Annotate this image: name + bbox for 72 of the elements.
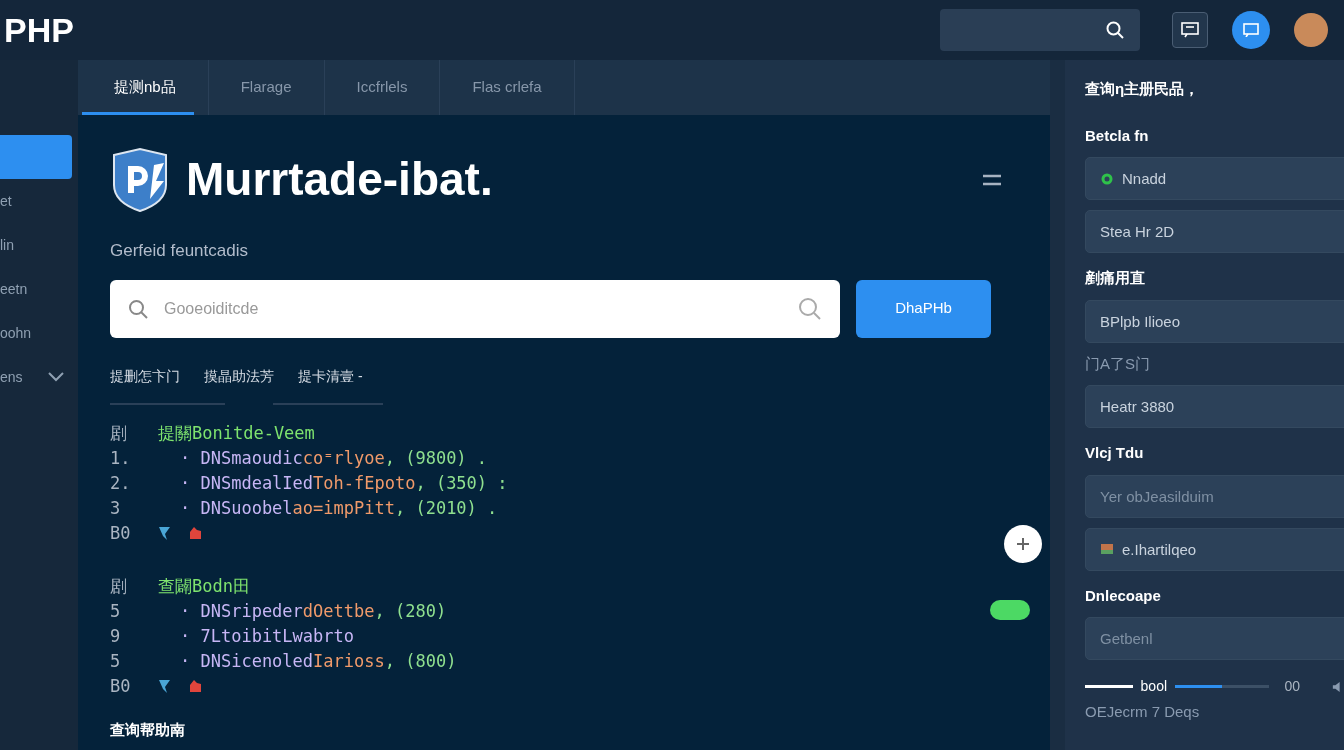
line-number: B0	[110, 674, 132, 698]
code-line: · DNSicenoledIarioss, (800)	[179, 649, 457, 673]
message-button[interactable]	[1172, 12, 1208, 48]
marker-icon	[188, 679, 202, 693]
search-icon	[1106, 21, 1124, 39]
field-label: OEJecrm 7 Deqs	[1085, 702, 1201, 722]
line-number: 剧	[110, 421, 128, 445]
plus-icon	[1016, 537, 1030, 551]
app-logo: PHP	[4, 13, 74, 47]
sidebar-item[interactable]: et	[0, 179, 78, 223]
pointer-icon	[158, 525, 172, 541]
menu-icon[interactable]	[982, 172, 1002, 187]
chat-icon	[1243, 23, 1259, 37]
marker-icon	[188, 526, 202, 540]
toggle-switch[interactable]	[990, 600, 1030, 620]
tab[interactable]: Iccfrlels	[324, 60, 441, 115]
link[interactable]: 摸晶助法芳	[204, 365, 274, 387]
field-label: Vlcj Tdu	[1085, 443, 1145, 463]
code-line: · DNSmdealIedToh-fEpoto, (350) :	[179, 471, 508, 495]
slider-label: bool	[1140, 677, 1168, 696]
code-line: · DNSuoobelao=impPitt, (2010) .	[179, 496, 498, 520]
message-icon	[1181, 22, 1199, 38]
input-field[interactable]: e.Ihartilqeo	[1085, 527, 1344, 571]
sidebar-item[interactable]: ens	[0, 355, 78, 399]
code-heading: 查闢Bodn田	[158, 574, 250, 598]
field-label: Betcla fn	[1085, 125, 1150, 146]
code-line: · 7LtoibitLwabrto	[179, 624, 354, 648]
field-label: 剷痛用直	[1085, 268, 1146, 288]
sidebar-item[interactable]: lin	[0, 223, 78, 267]
code-line: · DNSmaoudicco⁼rlyoe, (9800) .	[179, 446, 488, 470]
line-number: 9	[110, 624, 122, 648]
link[interactable]: 提删怎卞门	[110, 365, 180, 387]
input-field[interactable]: Getbenl	[1085, 617, 1344, 660]
code-line: · DNSripederdOettbe, (280)	[179, 599, 447, 623]
add-button[interactable]	[1004, 525, 1042, 563]
chat-button[interactable]	[1232, 11, 1270, 49]
input-field[interactable]: Nnadd	[1085, 157, 1344, 200]
sidebar-item[interactable]: eetn	[0, 267, 78, 311]
search-field[interactable]	[940, 9, 1140, 51]
input-field[interactable]: Stea Hr 2D	[1085, 210, 1344, 253]
search-field[interactable]: Gooeoiditcde	[110, 279, 840, 338]
tab[interactable]: 提测nb品	[82, 60, 209, 115]
section-heading: 查询帮助南	[110, 719, 186, 740]
avatar[interactable]	[1294, 13, 1328, 47]
line-number: 1.	[110, 446, 132, 470]
line-number: 5	[110, 649, 122, 673]
link[interactable]: 提卡清壹 -	[298, 365, 363, 387]
chevron-icon	[48, 372, 64, 382]
panel-heading: 查询η主册民品，	[1085, 79, 1201, 99]
line-number: 3	[110, 496, 122, 520]
status-icon	[1101, 172, 1113, 185]
sidebar-item[interactable]: oohn	[0, 311, 78, 355]
field-label: 门A了S门	[1085, 353, 1151, 374]
image-icon	[1101, 544, 1113, 554]
slider-track[interactable]	[1175, 685, 1269, 688]
code-heading: 提關Bonitde-Veem	[158, 421, 315, 445]
tab[interactable]: Flas crlefa	[440, 60, 575, 115]
subtitle: Gerfeid feuntcadis	[110, 240, 249, 262]
line-number: 5	[110, 599, 122, 623]
input-field[interactable]: Yer obJeasilduim	[1085, 474, 1344, 518]
line-number: 2.	[110, 471, 132, 495]
search-icon	[128, 298, 148, 319]
shield-logo-icon	[110, 146, 170, 213]
input-field[interactable]: BPlpb Ilioeo	[1085, 299, 1344, 343]
pointer-icon	[158, 678, 172, 694]
tab[interactable]: Flarage	[208, 60, 325, 115]
input-field[interactable]: Heatr 3880	[1085, 385, 1344, 428]
page-title: Murrtade-ibat.	[186, 152, 493, 207]
line-number: 剧	[110, 574, 128, 598]
line-number: B0	[110, 521, 132, 545]
slider-value: 00	[1284, 677, 1301, 696]
field-label: Dnlecoape	[1085, 585, 1162, 606]
